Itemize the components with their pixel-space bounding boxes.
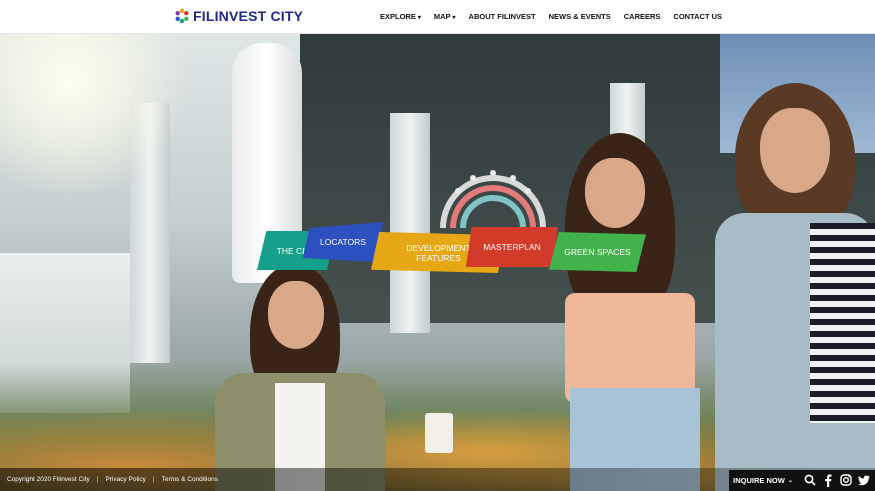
chevron-down-icon: ▾ bbox=[417, 15, 421, 21]
inquire-now-label: INQUIRE NOW bbox=[733, 476, 785, 485]
coffee-cup bbox=[425, 413, 453, 453]
search-icon[interactable] bbox=[801, 471, 819, 489]
nav-news-events[interactable]: NEWS & EVENTS bbox=[549, 12, 611, 21]
logo[interactable]: FILINVEST CITY bbox=[174, 7, 303, 25]
facebook-icon[interactable] bbox=[819, 471, 837, 489]
copyright-text: Copyright 2020 Filinvest City bbox=[7, 476, 90, 483]
hero-nav-locators[interactable]: LOCATORS bbox=[303, 222, 383, 262]
chevron-down-icon: ⌄ bbox=[787, 478, 793, 484]
nav-careers[interactable]: CAREERS bbox=[624, 12, 661, 21]
twitter-icon[interactable] bbox=[855, 471, 873, 489]
person-middle bbox=[525, 133, 725, 491]
sun-flare bbox=[0, 33, 200, 193]
logo-text: FILINVEST CITY bbox=[193, 8, 304, 24]
terms-link[interactable]: Terms & Conditions bbox=[162, 476, 218, 483]
person-left bbox=[180, 263, 453, 491]
main-nav: EXPLORE ▾ MAP ▾ ABOUT FILINVEST NEWS & EVE… bbox=[380, 0, 735, 33]
divider: | bbox=[96, 476, 99, 483]
person-right bbox=[715, 83, 875, 491]
site-header: FILINVEST CITY EXPLORE ▾ MAP ▾ ABOUT FILIN… bbox=[0, 0, 875, 34]
nav-map[interactable]: MAP ▾ bbox=[434, 12, 456, 21]
privacy-policy-link[interactable]: Privacy Policy bbox=[105, 476, 145, 483]
hero-nav-green-spaces[interactable]: GREEN SPACES bbox=[549, 232, 646, 272]
filinvest-logo-icon bbox=[175, 8, 189, 24]
inquire-now-button[interactable]: INQUIRE NOW ⌄ bbox=[729, 470, 797, 491]
divider: | bbox=[152, 476, 155, 483]
nav-explore-label: EXPLORE bbox=[380, 12, 416, 21]
nav-about[interactable]: ABOUT FILINVEST bbox=[469, 12, 536, 21]
nav-map-label: MAP bbox=[433, 12, 451, 21]
nav-contact[interactable]: CONTACT US bbox=[673, 12, 722, 21]
nav-explore[interactable]: EXPLORE ▾ bbox=[380, 12, 421, 21]
chevron-down-icon: ▾ bbox=[452, 15, 456, 21]
instagram-icon[interactable] bbox=[837, 471, 855, 489]
hero-nav-masterplan[interactable]: MASTERPLAN bbox=[466, 227, 558, 267]
